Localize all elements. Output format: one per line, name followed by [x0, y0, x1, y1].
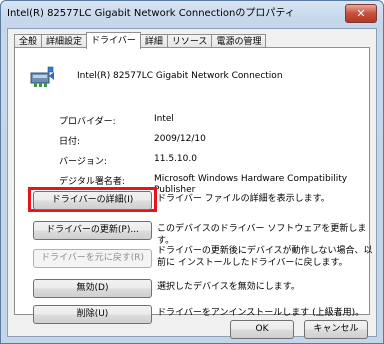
version-value: 11.5.10.0 — [154, 154, 197, 164]
date-value: 2009/12/10 — [154, 134, 206, 144]
update-driver-button[interactable]: ドライバーの更新(P)... — [33, 221, 152, 240]
ok-button[interactable]: OK — [230, 320, 294, 339]
close-button[interactable]: ✕ — [345, 4, 377, 23]
update-driver-description: このデバイスのドライバー ソフトウェアを更新します。 — [157, 224, 367, 246]
cancel-button[interactable]: キャンセル — [304, 320, 368, 339]
properties-window: Intel(R) 82577LC Gigabit Network Connect… — [0, 0, 384, 344]
uninstall-description: ドライバーをアンインストールします (上級者用)。 — [157, 308, 365, 318]
signer-label: デジタル署名者: — [59, 177, 125, 187]
disable-description: 選択したデバイスを無効にします。 — [157, 282, 300, 292]
network-adapter-icon — [30, 66, 54, 87]
provider-value: Intel — [154, 114, 174, 124]
window-title: Intel(R) 82577LC Gigabit Network Connect… — [7, 8, 295, 19]
rollback-driver-button[interactable]: ドライバーを元に戻す(R) — [33, 249, 152, 268]
tab-driver[interactable]: ドライバー — [86, 32, 141, 49]
date-label: 日付: — [59, 137, 81, 147]
device-name: Intel(R) 82577LC Gigabit Network Connect… — [77, 71, 283, 81]
rollback-driver-description: ドライバーの更新後にデバイスが動作しない場合、以前に インストールしたドライバー… — [157, 246, 373, 268]
version-label: バージョン: — [59, 157, 107, 167]
dialog-client: 全般 詳細設定 ドライバー 詳細 リソース 電源の管理 Intel(R) 825… — [7, 28, 377, 339]
driver-tab-panel: Intel(R) 82577LC Gigabit Network Connect… — [14, 47, 373, 324]
driver-details-button[interactable]: ドライバーの詳細(I) — [33, 191, 152, 210]
uninstall-button[interactable]: 削除(U) — [33, 305, 152, 324]
close-icon: ✕ — [356, 7, 366, 20]
tab-strip: 全般 詳細設定 ドライバー 詳細 リソース 電源の管理 — [14, 32, 267, 49]
provider-label: プロバイダー: — [59, 117, 116, 127]
driver-details-description: ドライバー ファイルの詳細を表示します。 — [157, 194, 330, 204]
disable-button[interactable]: 無効(D) — [33, 279, 152, 298]
